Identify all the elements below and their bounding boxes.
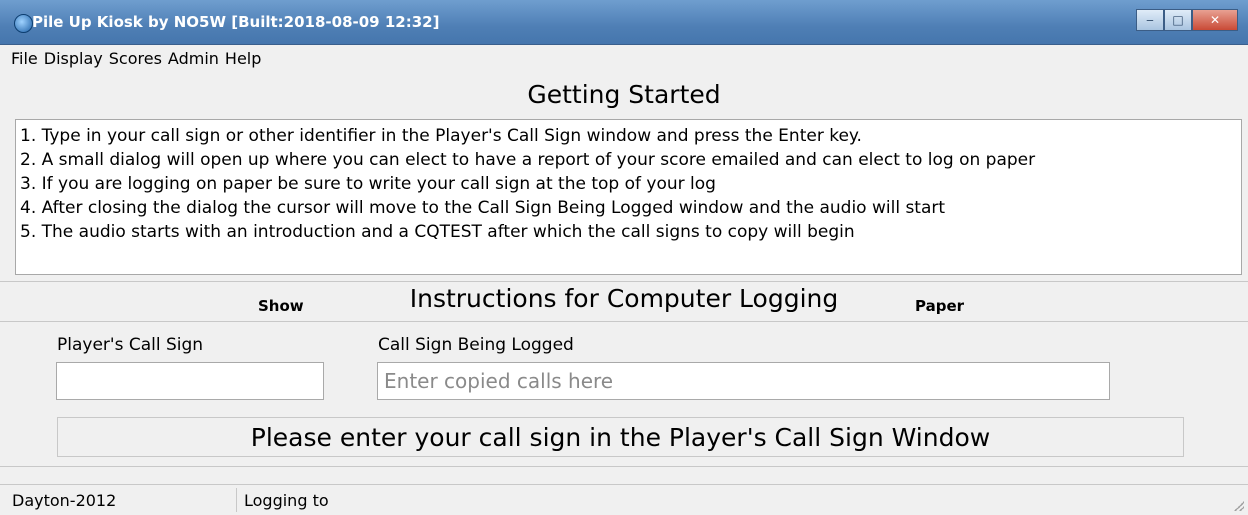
minimize-button[interactable]: ‒ xyxy=(1136,9,1164,31)
call-sign-logged-label: Call Sign Being Logged xyxy=(378,335,574,355)
status-separator xyxy=(236,488,237,512)
instruction-line-4: 4. After closing the dialog the cursor w… xyxy=(20,198,946,218)
maximize-button[interactable]: □ xyxy=(1164,9,1192,31)
logging-status: Logging to xyxy=(244,491,329,510)
instruction-line-3: 3. If you are logging on paper be sure t… xyxy=(20,174,716,194)
app-globe-icon xyxy=(14,14,33,33)
window-title: Pile Up Kiosk by NO5W [Built:2018-08-09 … xyxy=(32,13,440,31)
instruction-line-2: 2. A small dialog will open up where you… xyxy=(20,150,1036,170)
menu-bar: File Display Scores Admin Help xyxy=(0,45,1248,73)
close-button[interactable]: ✕ xyxy=(1192,9,1238,31)
call-sign-logged-input[interactable] xyxy=(377,362,1110,400)
player-call-sign-label: Player's Call Sign xyxy=(57,335,204,355)
main-window: Pile Up Kiosk by NO5W [Built:2018-08-09 … xyxy=(0,0,1248,514)
computer-logging-title: Instructions for Computer Logging xyxy=(409,284,839,313)
getting-started-text: 1. Type in your call sign or other ident… xyxy=(15,119,1242,275)
instruction-line-1: 1. Type in your call sign or other ident… xyxy=(20,126,862,146)
menu-display[interactable]: Display xyxy=(41,45,106,73)
player-call-sign-input[interactable] xyxy=(56,362,324,400)
title-bar[interactable]: Pile Up Kiosk by NO5W [Built:2018-08-09 … xyxy=(0,0,1248,45)
getting-started-title: Getting Started xyxy=(527,80,721,109)
menu-scores[interactable]: Scores xyxy=(106,45,165,73)
window-controls: ‒ □ ✕ xyxy=(1136,9,1238,31)
divider xyxy=(0,281,1248,282)
divider xyxy=(0,466,1248,467)
paper-toggle[interactable]: Paper xyxy=(915,297,964,315)
status-message: Please enter your call sign in the Playe… xyxy=(57,417,1184,457)
menu-file[interactable]: File xyxy=(0,45,41,73)
status-bar: Dayton-2012 Logging to xyxy=(0,484,1248,515)
instruction-line-5: 5. The audio starts with an introduction… xyxy=(20,222,855,242)
divider xyxy=(0,321,1248,322)
contest-name: Dayton-2012 xyxy=(12,491,117,510)
resize-grip-icon[interactable] xyxy=(1234,501,1244,511)
menu-admin[interactable]: Admin xyxy=(165,45,222,73)
menu-help[interactable]: Help xyxy=(222,45,264,73)
